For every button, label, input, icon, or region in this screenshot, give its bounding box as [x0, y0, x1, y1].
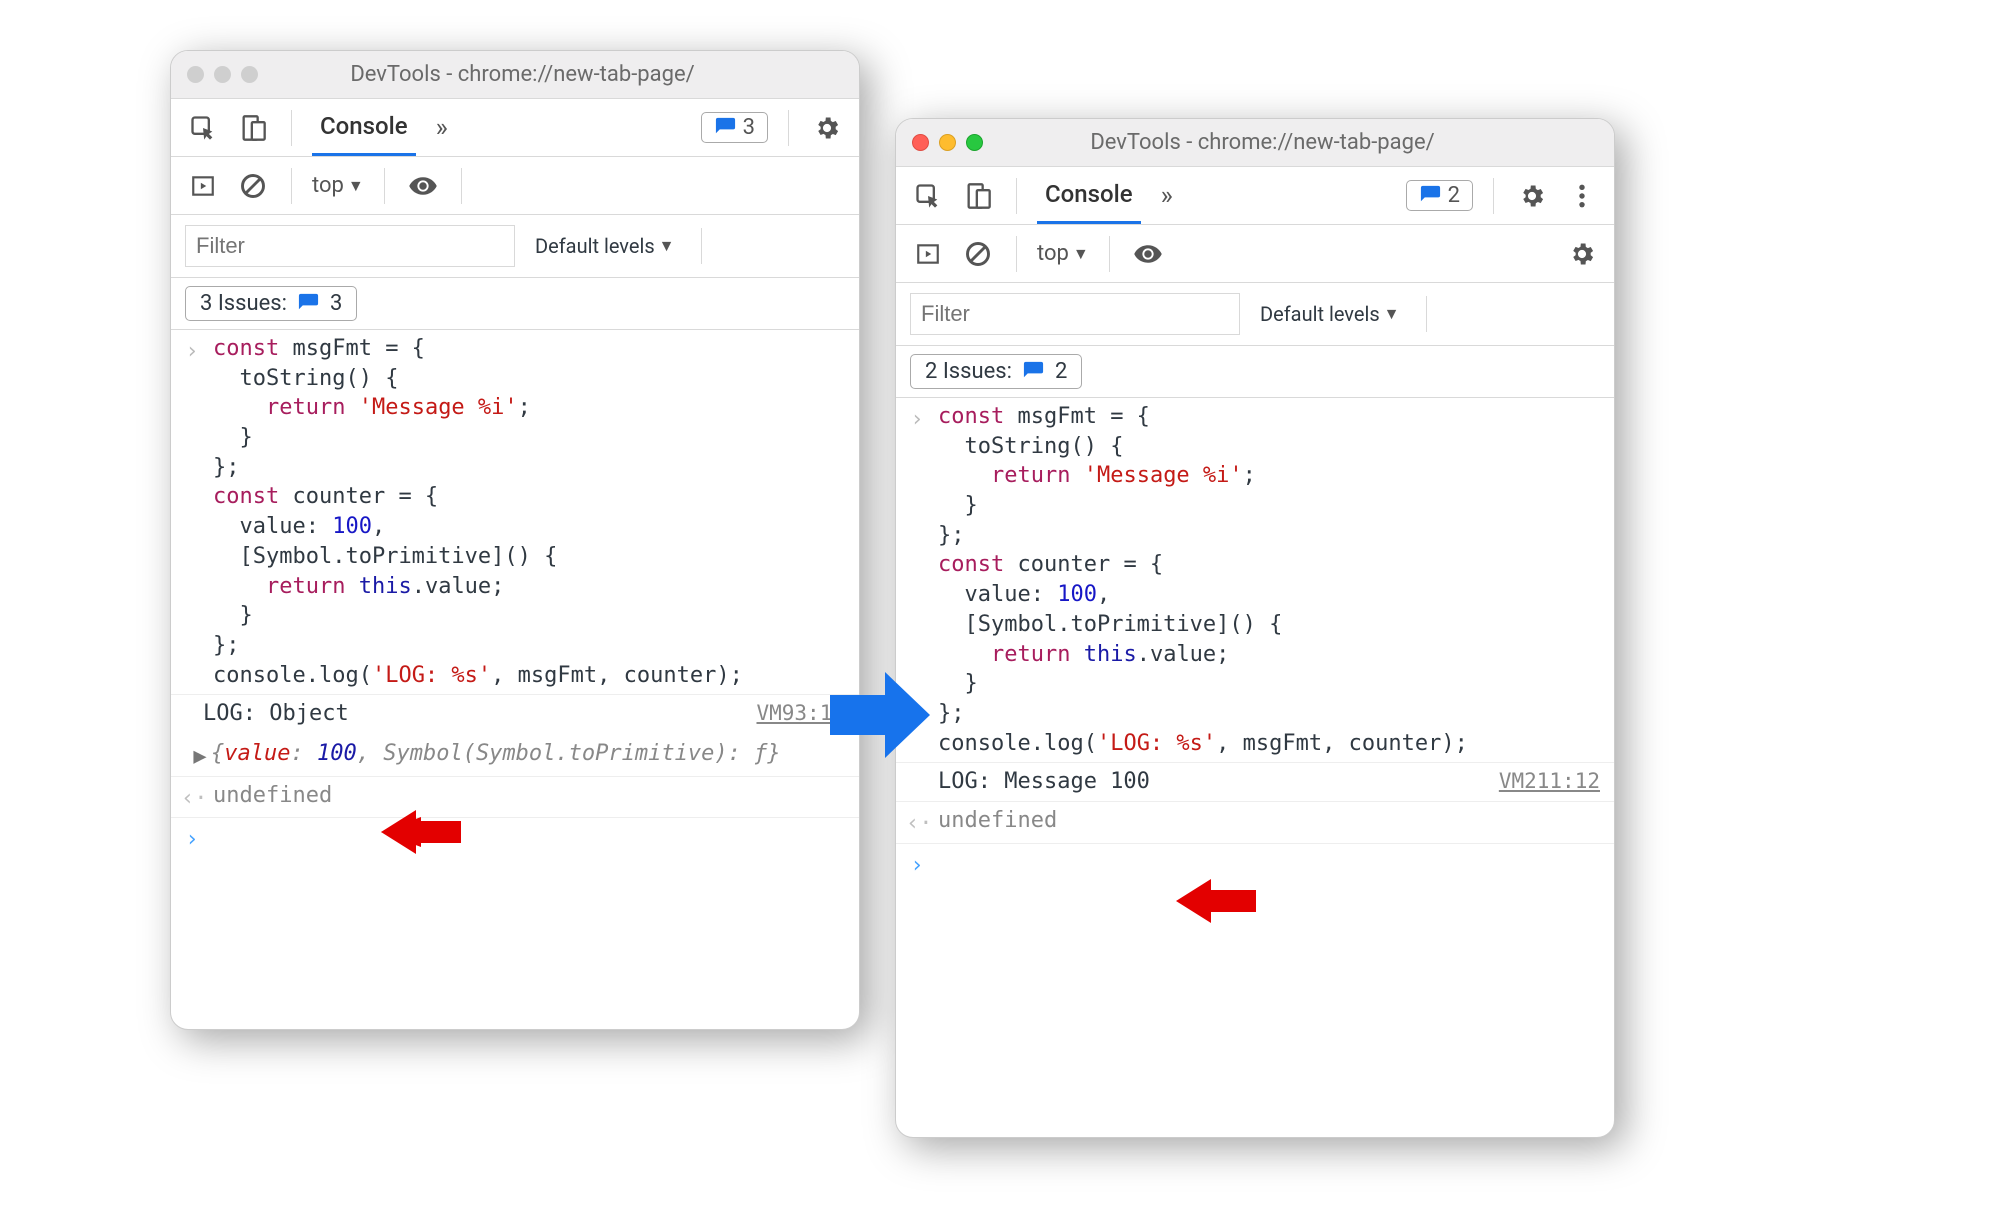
return-arrow-icon: ‹· [181, 784, 203, 814]
zoom-icon[interactable] [241, 66, 258, 83]
console-input[interactable]: › const msgFmt = { toString() { return '… [896, 398, 1614, 763]
context-selector[interactable]: top ▼ [312, 173, 364, 198]
console-output[interactable]: LOG: Object VM93:12 ▶ {value: 100, Symbo… [171, 695, 859, 776]
devtools-window-before: DevTools - chrome://new-tab-page/ Consol… [170, 50, 860, 1030]
transition-arrow-icon [830, 670, 930, 765]
filter-input[interactable] [185, 225, 515, 267]
more-tabs-icon[interactable]: » [1155, 181, 1179, 211]
traffic-lights[interactable] [187, 66, 258, 83]
code: const msgFmt = { toString() { return 'Me… [938, 402, 1600, 758]
context-selector[interactable]: top ▼ [1037, 241, 1089, 266]
log-text: LOG: Object [203, 699, 349, 729]
source-link[interactable]: VM211:12 [1499, 767, 1600, 795]
window-title: DevTools - chrome://new-tab-page/ [268, 62, 777, 87]
settings-icon[interactable] [1514, 178, 1550, 214]
console-input[interactable]: › const msgFmt = { toString() { return '… [171, 330, 859, 695]
callout-arrow-icon [381, 807, 461, 862]
clear-console-icon[interactable] [235, 168, 271, 204]
log-level-selector[interactable]: Default levels ▼ [535, 234, 675, 258]
inspect-icon[interactable] [910, 178, 946, 214]
window-title: DevTools - chrome://new-tab-page/ [993, 130, 1532, 155]
issues-count: 3 [743, 115, 755, 140]
console-return: ‹· undefined [896, 802, 1614, 844]
issues-box[interactable]: 2 Issues: 2 [910, 354, 1082, 389]
issues-pill[interactable]: 3 [701, 112, 768, 143]
more-menu-icon[interactable] [1564, 178, 1600, 214]
chevron-right-icon: › [181, 337, 203, 690]
expand-triangle-icon[interactable]: ▶ [189, 742, 211, 772]
clear-console-icon[interactable] [960, 236, 996, 272]
issues-pill[interactable]: 2 [1406, 180, 1473, 211]
close-icon[interactable] [912, 134, 929, 151]
sidebar-toggle-icon[interactable] [910, 236, 946, 272]
callout-arrow-icon [1176, 876, 1256, 931]
inspect-icon[interactable] [185, 110, 221, 146]
traffic-lights[interactable] [912, 134, 983, 151]
issues-box[interactable]: 3 Issues: 3 [185, 286, 357, 321]
context-toolbar: top ▼ [171, 157, 859, 215]
tabs-toolbar: Console » 2 [896, 167, 1614, 225]
more-tabs-icon[interactable]: » [430, 113, 454, 143]
titlebar[interactable]: DevTools - chrome://new-tab-page/ [896, 119, 1614, 167]
device-toggle-icon[interactable] [235, 110, 271, 146]
tabs-toolbar: Console » 3 [171, 99, 859, 157]
chevron-right-icon: › [181, 825, 203, 855]
close-icon[interactable] [187, 66, 204, 83]
live-expression-icon[interactable] [1130, 236, 1166, 272]
settings-icon[interactable] [1564, 236, 1600, 272]
return-arrow-icon: ‹· [906, 809, 928, 839]
context-toolbar: top ▼ [896, 225, 1614, 283]
console-return: ‹· undefined [171, 777, 859, 819]
filter-row: Default levels ▼ [896, 283, 1614, 346]
code: const msgFmt = { toString() { return 'Me… [213, 334, 845, 690]
sidebar-toggle-icon[interactable] [185, 168, 221, 204]
live-expression-icon[interactable] [405, 168, 441, 204]
minimize-icon[interactable] [214, 66, 231, 83]
filter-row: Default levels ▼ [171, 215, 859, 278]
chevron-right-icon: › [906, 851, 928, 881]
tab-console[interactable]: Console [312, 99, 416, 156]
minimize-icon[interactable] [939, 134, 956, 151]
log-text: LOG: Message 100 [938, 767, 1150, 797]
devtools-window-after: DevTools - chrome://new-tab-page/ Consol… [895, 118, 1615, 1138]
issues-bar: 2 Issues: 2 [896, 346, 1614, 398]
issues-bar: 3 Issues: 3 [171, 278, 859, 330]
device-toggle-icon[interactable] [960, 178, 996, 214]
issues-count: 2 [1448, 183, 1460, 208]
console-prompt[interactable]: › [171, 818, 859, 859]
settings-icon[interactable] [809, 110, 845, 146]
log-level-selector[interactable]: Default levels ▼ [1260, 302, 1400, 326]
filter-input[interactable] [910, 293, 1240, 335]
zoom-icon[interactable] [966, 134, 983, 151]
tab-console[interactable]: Console [1037, 167, 1141, 224]
titlebar[interactable]: DevTools - chrome://new-tab-page/ [171, 51, 859, 99]
console-output[interactable]: LOG: Message 100 VM211:12 [896, 763, 1614, 802]
